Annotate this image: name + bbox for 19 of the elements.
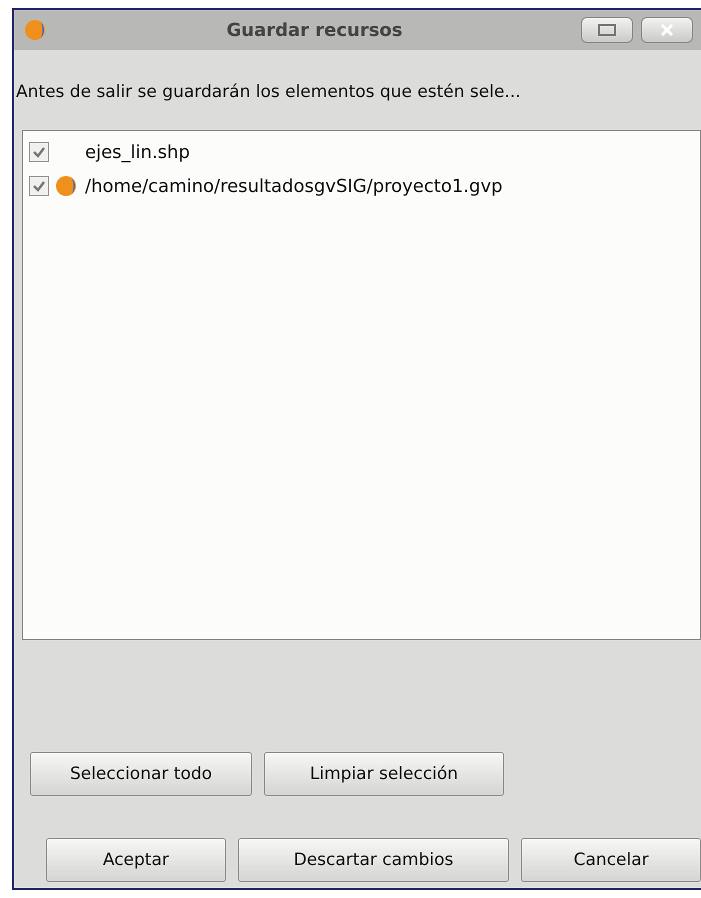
check-icon: [32, 179, 46, 193]
close-button[interactable]: [641, 17, 693, 43]
check-icon: [32, 145, 46, 159]
dialog-button[interactable]: Aceptar: [46, 838, 226, 882]
checkbox[interactable]: [29, 176, 49, 196]
selection-button[interactable]: Seleccionar todo: [30, 752, 252, 796]
gvsig-logo-icon: [55, 174, 79, 198]
window-title: Guardar recursos: [225, 20, 404, 40]
dialog-button[interactable]: Descartar cambios: [238, 838, 510, 882]
minimize-button[interactable]: [581, 17, 633, 43]
checkbox[interactable]: [29, 142, 49, 162]
selection-button[interactable]: Limpiar selección: [264, 752, 504, 796]
minimize-icon: [598, 24, 616, 36]
close-icon: [660, 24, 674, 36]
gvsig-logo-icon: [24, 18, 48, 42]
dialog-button[interactable]: Cancelar: [521, 838, 701, 882]
resource-label: ejes_lin.shp: [85, 142, 190, 162]
message-text: Antes de salir se guardarán los elementos que estén sele...: [15, 81, 522, 104]
resource-label: /home/camino/resultadosgvSIG/proyecto1.gvp: [85, 176, 503, 196]
